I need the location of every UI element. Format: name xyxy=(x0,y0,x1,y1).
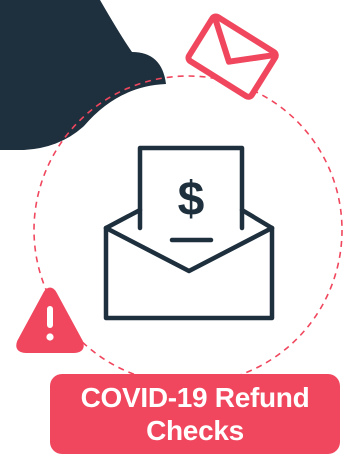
dark-blob-shape xyxy=(0,0,166,150)
warning-triangle-icon xyxy=(16,287,84,353)
envelope-icon xyxy=(185,13,279,100)
title-text: COVID-19 Refund Checks xyxy=(80,382,310,446)
dollar-sign: $ xyxy=(178,173,205,226)
title-banner: COVID-19 Refund Checks xyxy=(50,374,340,454)
